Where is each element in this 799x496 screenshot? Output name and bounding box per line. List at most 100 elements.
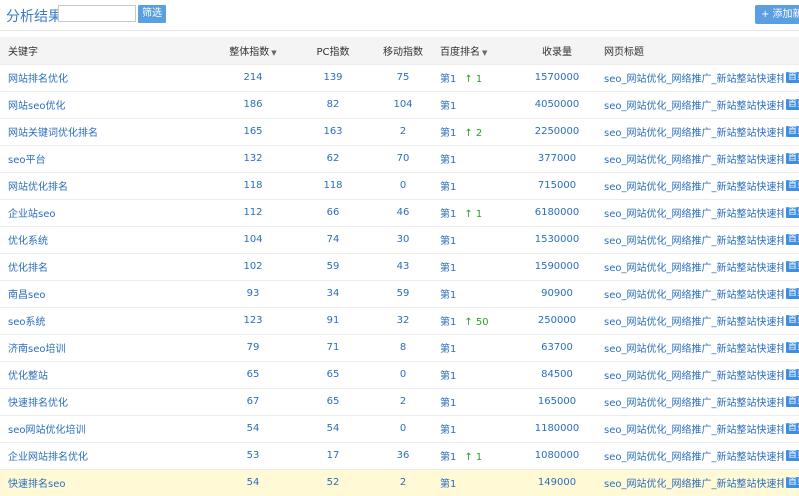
home-page-badge[interactable]: 首页 bbox=[786, 396, 799, 407]
overall-index-value: 79 bbox=[246, 342, 260, 353]
home-page-badge[interactable]: 首页 bbox=[786, 450, 799, 461]
home-page-badge[interactable]: 首页 bbox=[786, 423, 799, 434]
keyword-link[interactable]: 快速排名seo bbox=[8, 479, 65, 490]
sort-down-icon[interactable]: ▼ bbox=[271, 49, 276, 57]
header-divider bbox=[0, 30, 799, 31]
keyword-link[interactable]: seo系统 bbox=[8, 317, 45, 328]
page-title-link[interactable]: seo_网站优化_网络推广_新站整站快速排名_ bbox=[604, 124, 784, 139]
overall-index-value: 118 bbox=[243, 180, 263, 191]
col-mobile-index: 移动指数 bbox=[383, 46, 423, 58]
home-page-badge[interactable]: 首页 bbox=[786, 153, 799, 164]
page-title-link[interactable]: seo_网站优化_网络推广_新站整站快速排名_ bbox=[604, 178, 784, 193]
table-row: 企业网站排名优化 53 17 36 第1 ↑ 1 1080000 seo_网站优化_网络推广_… bbox=[0, 442, 799, 469]
table-row: 企业站seo 112 66 46 第1 ↑ 1 6180000 seo_网站优化_网络推广_新… bbox=[0, 199, 799, 226]
home-page-badge[interactable]: 首页 bbox=[786, 99, 799, 110]
home-page-badge[interactable]: 首页 bbox=[786, 126, 799, 137]
keyword-link[interactable]: 优化系统 bbox=[8, 236, 48, 247]
overall-index-value: 102 bbox=[243, 261, 263, 272]
keyword-link[interactable]: 网站关键词优化排名 bbox=[8, 128, 98, 139]
mobile-index-value: 59 bbox=[396, 288, 410, 299]
page-title-link[interactable]: seo_网站优化_网络推广_新站整站快速排名_ bbox=[604, 286, 784, 301]
keyword-link[interactable]: seo平台 bbox=[8, 155, 45, 166]
baidu-rank-value: 第1 bbox=[440, 479, 457, 491]
page-title-link[interactable]: seo_网站优化_网络推广_新站整站快速排名_ bbox=[604, 475, 784, 490]
page-title: 分析结果 bbox=[6, 9, 62, 25]
overall-index-value: 165 bbox=[243, 126, 263, 137]
indexed-count-value: 250000 bbox=[537, 315, 577, 326]
overall-index-value: 54 bbox=[246, 477, 260, 489]
top-bar: 分析结果 筛选 + 添加新词 bbox=[0, 0, 799, 30]
pc-index-value: 65 bbox=[326, 396, 340, 407]
indexed-count-value: 715000 bbox=[537, 180, 577, 191]
table-row: 网站优化排名 118 118 0 第1 715000 seo_网站优化_网络推广_新站整站快… bbox=[0, 172, 799, 199]
home-page-badge[interactable]: 首页 bbox=[786, 180, 799, 191]
pc-index-value: 65 bbox=[326, 369, 340, 380]
page-title-link[interactable]: seo_网站优化_网络推广_新站整站快速排名_ bbox=[604, 70, 784, 85]
col-keyword: 关键字 bbox=[8, 46, 38, 58]
mobile-index-value: 0 bbox=[399, 423, 407, 434]
page-title-link[interactable]: seo_网站优化_网络推广_新站整站快速排名_ bbox=[604, 421, 784, 436]
page-title-link[interactable]: seo_网站优化_网络推广_新站整站快速排名_ bbox=[604, 394, 784, 409]
overall-index-value: 93 bbox=[246, 288, 260, 299]
filter-button[interactable]: 筛选 bbox=[138, 5, 166, 23]
home-page-badge[interactable]: 首页 bbox=[786, 477, 799, 489]
page-title-link[interactable]: seo_网站优化_网络推广_新站整站快速排名_ bbox=[604, 205, 784, 220]
page-title-link[interactable]: seo_网站优化_网络推广_新站整站快速排名_ bbox=[604, 313, 784, 328]
pc-index-value: 139 bbox=[323, 72, 343, 83]
indexed-count-value: 6180000 bbox=[534, 207, 580, 218]
indexed-count-value: 1590000 bbox=[534, 261, 580, 272]
indexed-count-value: 84500 bbox=[541, 369, 573, 380]
indexed-count-value: 1180000 bbox=[534, 423, 580, 434]
page-title-link[interactable]: seo_网站优化_网络推广_新站整站快速排名_ bbox=[604, 97, 784, 112]
page-title-link[interactable]: seo_网站优化_网络推广_新站整站快速排名_ bbox=[604, 232, 784, 247]
col-pc-index: PC指数 bbox=[316, 46, 350, 58]
page-title-link[interactable]: seo_网站优化_网络推广_新站整站快速排名_ bbox=[604, 259, 784, 274]
filter-input[interactable] bbox=[58, 5, 136, 22]
table-row: 网站seo优化 186 82 104 第1 4050000 seo_网站优化_网络推广_新站… bbox=[0, 91, 799, 118]
home-page-badge[interactable]: 首页 bbox=[786, 342, 799, 353]
page-title-link[interactable]: seo_网站优化_网络推广_新站整站快速排名_ bbox=[604, 367, 784, 382]
home-page-badge[interactable]: 首页 bbox=[786, 315, 799, 326]
table-row: 快速排名seo 54 52 2 第1 149000 seo_网站优化_网络推广_新站整站快速… bbox=[0, 469, 799, 496]
keyword-link[interactable]: 南昌seo bbox=[8, 290, 45, 301]
keyword-link[interactable]: 企业站seo bbox=[8, 209, 55, 220]
keyword-link[interactable]: 企业网站排名优化 bbox=[8, 452, 88, 463]
page-title-link[interactable]: seo_网站优化_网络推广_新站整站快速排名_ bbox=[604, 340, 784, 355]
table-row: 优化排名 102 59 43 第1 1590000 seo_网站优化_网络推广_新站整站快速… bbox=[0, 253, 799, 280]
results-table: 关键字 整体指数 ▼ PC指数 移动指数 百度排名 ▼ 收录量 网页标题 网站排名优… bbox=[0, 37, 799, 496]
home-page-badge[interactable]: 首页 bbox=[786, 288, 799, 299]
sort-down-icon[interactable]: ▼ bbox=[482, 49, 487, 57]
mobile-index-value: 75 bbox=[396, 72, 410, 83]
keyword-link[interactable]: 快速排名优化 bbox=[8, 398, 68, 409]
table-row: 网站关键词优化排名 165 163 2 第1 ↑ 2 2250000 seo_网站优化_网络推… bbox=[0, 118, 799, 145]
overall-index-value: 104 bbox=[243, 234, 263, 245]
home-page-badge[interactable]: 首页 bbox=[786, 234, 799, 245]
home-page-badge[interactable]: 首页 bbox=[786, 261, 799, 272]
keyword-link[interactable]: 网站seo优化 bbox=[8, 101, 65, 112]
col-overall-index[interactable]: 整体指数 ▼ bbox=[208, 37, 298, 64]
keyword-link[interactable]: 济南seo培训 bbox=[8, 344, 65, 355]
overall-index-value: 132 bbox=[243, 153, 263, 164]
home-page-badge[interactable]: 首页 bbox=[786, 72, 799, 83]
page-title-link[interactable]: seo_网站优化_网络推广_新站整站快速排名_ bbox=[604, 448, 784, 463]
indexed-count-value: 149000 bbox=[537, 477, 577, 489]
page-title-link[interactable]: seo_网站优化_网络推广_新站整站快速排名_ bbox=[604, 151, 784, 166]
keyword-link[interactable]: seo网站优化培训 bbox=[8, 425, 85, 436]
home-page-badge[interactable]: 首页 bbox=[786, 369, 799, 380]
overall-index-value: 214 bbox=[243, 72, 263, 83]
overall-index-value: 53 bbox=[246, 450, 260, 461]
keyword-link[interactable]: 网站排名优化 bbox=[8, 74, 68, 85]
keyword-link[interactable]: 优化排名 bbox=[8, 263, 48, 274]
add-keyword-button[interactable]: + 添加新词 bbox=[755, 5, 799, 24]
pc-index-value: 59 bbox=[326, 261, 340, 272]
pc-index-value: 74 bbox=[326, 234, 340, 245]
home-page-badge[interactable]: 首页 bbox=[786, 207, 799, 218]
baidu-rank-value: 第1 bbox=[440, 182, 457, 193]
pc-index-value: 54 bbox=[326, 423, 340, 434]
keyword-link[interactable]: 网站优化排名 bbox=[8, 182, 68, 193]
col-baidu-rank[interactable]: 百度排名 ▼ bbox=[438, 37, 512, 64]
mobile-index-value: 2 bbox=[399, 477, 407, 489]
indexed-count-value: 1570000 bbox=[534, 72, 580, 83]
pc-index-value: 91 bbox=[326, 315, 340, 326]
keyword-link[interactable]: 优化整站 bbox=[8, 371, 48, 382]
